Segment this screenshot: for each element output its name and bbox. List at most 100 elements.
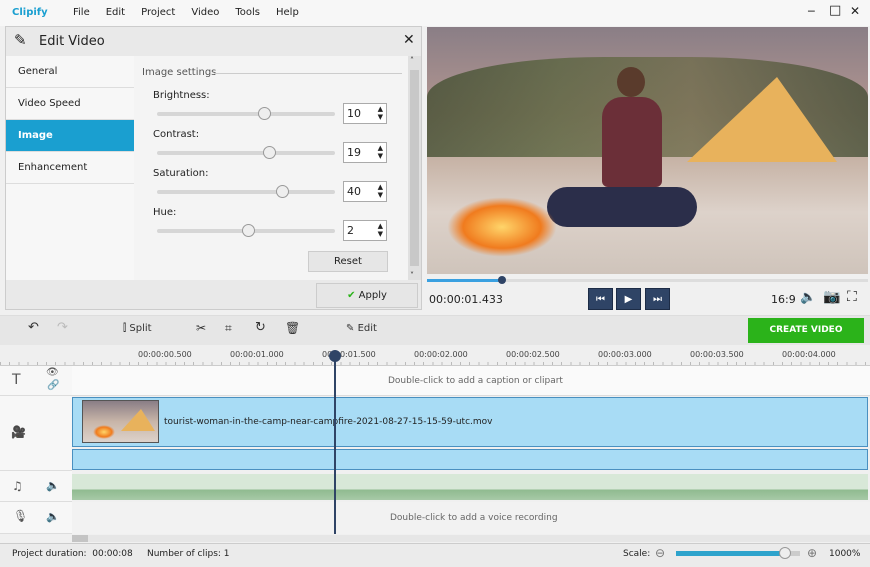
clip-thumbnail [82,400,159,443]
close-window-button[interactable]: ✕ [850,4,860,18]
camera-icon[interactable]: 📷 [823,289,840,305]
audio-track-header [0,471,72,502]
redo-icon[interactable]: ↷ [57,320,68,335]
check-icon: ✔ [347,290,356,301]
slider-track[interactable] [157,185,335,198]
menu-bar: File Edit Project Video Tools Help [73,7,315,18]
music-icon: ♫ [12,479,23,493]
clip-name: tourist-woman-in-the-camp-near-campfire-… [164,417,493,427]
slider-thumb[interactable] [275,185,289,198]
nav-video-speed[interactable]: Video Speed [6,88,134,120]
split-icon: ⫿ [123,323,127,334]
text-icon: T [12,372,21,388]
panel-scrollbar[interactable]: ˄ ˅ [408,56,421,280]
edit-button[interactable]: ✎ Edit [346,323,377,334]
slider-label: Contrast: [153,129,200,140]
maximize-button[interactable]: □ [829,3,841,18]
audio-waveform[interactable] [72,474,868,500]
reset-button[interactable]: Reset [308,251,388,272]
voice-hint: Double-click to add a voice recording [390,513,558,523]
ruler-tick-label: 00:00:02.500 [506,350,560,359]
playhead-handle[interactable] [329,350,341,362]
slider-label: Saturation: [153,168,209,179]
cut-icon[interactable]: ✂ [196,321,206,335]
scale-label: Scale: [623,549,651,559]
play-button[interactable]: ▶ [616,288,641,310]
slider-label: Hue: [153,207,177,218]
delete-icon[interactable]: 🗑 [285,321,300,335]
ruler-tick-label: 00:00:03.000 [598,350,652,359]
split-button[interactable]: ⫿ Split [123,323,152,334]
menu-tools[interactable]: Tools [235,7,260,18]
value-spinner[interactable]: 2 ▲ ▼ [343,220,387,241]
menu-file[interactable]: File [73,7,90,18]
zoom-in-icon[interactable]: ⊕ [807,546,817,560]
audio-volume-icon[interactable]: 🔈 [46,479,60,492]
prev-frame-button[interactable]: ⏮ [588,288,613,310]
video-clip-lower[interactable] [72,449,868,470]
spinner-arrows-icon[interactable]: ▲ ▼ [378,105,383,121]
next-frame-button[interactable]: ⏭ [645,288,670,310]
spinner-arrows-icon[interactable]: ▲ ▼ [378,144,383,160]
caption-hint: Double-click to add a caption or clipart [388,376,563,386]
spinner-arrows-icon[interactable]: ▲ ▼ [378,183,383,199]
ruler-tick-label: 00:00:00.500 [138,350,192,359]
value-spinner[interactable]: 40 ▲ ▼ [343,181,387,202]
menu-video[interactable]: Video [191,7,219,18]
value-spinner[interactable]: 10 ▲ ▼ [343,103,387,124]
menu-edit[interactable]: Edit [106,7,125,18]
timecode: 00:00:01.433 [429,293,503,306]
undo-icon[interactable]: ↶ [28,320,39,335]
nav-general[interactable]: General [6,56,134,88]
timeline-scrollbar[interactable] [72,535,870,542]
voice-volume-icon[interactable]: 🔈 [46,510,60,523]
playhead[interactable] [334,352,336,534]
seek-bar[interactable] [427,276,868,284]
slider-track[interactable] [157,146,335,159]
eye-icon[interactable]: 👁 [46,367,59,378]
fullscreen-icon[interactable]: ⛶ [847,289,857,305]
slider-label: Brightness: [153,90,210,101]
create-video-button[interactable]: CREATE VIDEO [748,318,864,343]
menu-help[interactable]: Help [276,7,299,18]
section-title: Image settings [142,67,217,78]
slider-track[interactable] [157,224,335,237]
rotate-icon[interactable]: ↻ [255,320,266,335]
ruler-tick-label: 00:00:01.000 [230,350,284,359]
ruler-tick-label: 00:00:02.000 [414,350,468,359]
edit-icon: ✎ [14,31,27,49]
edit-icon: ✎ [346,323,355,334]
minimize-button[interactable]: ─ [808,5,815,18]
panel-title: Edit Video [39,34,105,49]
slider-track[interactable] [157,107,335,120]
nav-filler [6,184,134,280]
crop-icon[interactable]: ⌗ [225,321,232,336]
ruler-tick-label: 00:00:04.000 [782,350,836,359]
nav-image[interactable]: Image [6,120,134,152]
menu-project[interactable]: Project [141,7,175,18]
app-logo: Clipify [12,7,48,18]
project-duration: Project duration: 00:00:08 [12,549,133,559]
title-bar: Clipify File Edit Project Video Tools Help ─ … [0,0,870,26]
slider-thumb[interactable] [257,107,271,120]
spinner-arrows-icon[interactable]: ▲ ▼ [378,222,383,238]
close-panel-icon[interactable]: ✕ [403,32,415,48]
voice-track-header [0,502,72,534]
aspect-ratio[interactable]: 16:9 [771,293,796,306]
divider [215,73,402,74]
video-preview[interactable] [427,27,868,274]
clip-count: Number of clips: 1 [147,549,230,559]
nav-enhancement[interactable]: Enhancement [6,152,134,184]
volume-icon[interactable]: 🔈 [800,290,816,305]
slider-thumb[interactable] [241,224,255,237]
scale-slider[interactable] [676,547,800,559]
apply-button[interactable]: ✔ Apply [316,283,418,308]
video-camera-icon: 🎥 [11,425,26,439]
link-icon[interactable]: 🔗 [47,380,59,391]
scale-value: 1000% [829,549,861,559]
microphone-icon: 🎙 [13,509,29,523]
zoom-out-icon[interactable]: ⊖ [655,546,665,560]
value-spinner[interactable]: 19 ▲ ▼ [343,142,387,163]
ruler-tick-label: 00:00:03.500 [690,350,744,359]
caption-track-header [0,366,72,396]
